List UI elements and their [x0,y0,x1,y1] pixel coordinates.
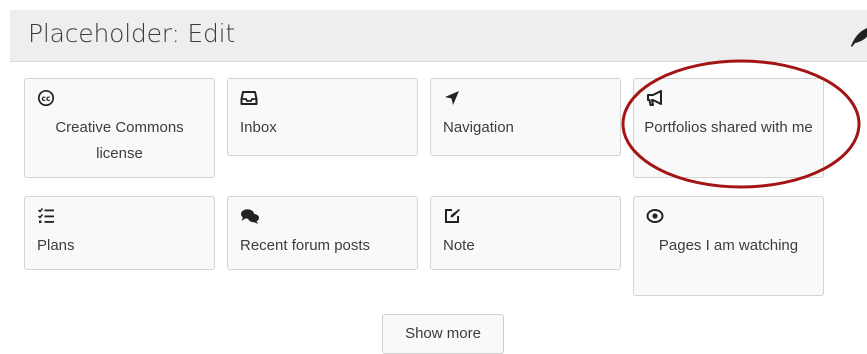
block-tile-inbox[interactable]: Inbox [227,78,418,156]
block-tile-creative-commons[interactable]: cc Creative Commons license [24,78,215,178]
block-tile-recent-forum-posts[interactable]: Recent forum posts [227,196,418,270]
block-tile-label: Navigation [443,119,514,136]
eye-icon [646,207,664,225]
block-tile-navigation[interactable]: Navigation [430,78,621,156]
inbox-tray-icon [240,89,258,107]
svg-text:cc: cc [42,94,51,103]
block-tile-label: Inbox [240,119,277,136]
block-tile-label: Note [443,237,475,254]
block-tile-label: Recent forum posts [240,237,371,254]
bullhorn-icon [646,89,664,107]
location-arrow-icon [443,89,461,107]
feather-pen-icon[interactable] [849,24,867,48]
page-title: Placeholder: Edit [28,19,236,48]
block-tile-label: Plans [37,237,75,254]
block-tile-pages-watching[interactable]: Pages I am watching [633,196,824,296]
block-tile-plans[interactable]: Plans [24,196,215,270]
block-tile-note[interactable]: Note [430,196,621,270]
checklist-icon [37,207,55,225]
page-header: Placeholder: Edit [10,10,867,62]
show-more-button[interactable]: Show more [382,314,504,354]
block-tile-label: Portfolios shared with me [644,119,813,136]
block-tile-label: Creative Commons license [55,119,184,162]
creative-commons-icon: cc [37,89,55,107]
block-tile-label: Pages I am watching [658,237,799,254]
comments-icon [240,207,259,225]
block-tile-portfolios-shared[interactable]: Portfolios shared with me [633,78,824,178]
pen-square-icon [443,207,461,225]
